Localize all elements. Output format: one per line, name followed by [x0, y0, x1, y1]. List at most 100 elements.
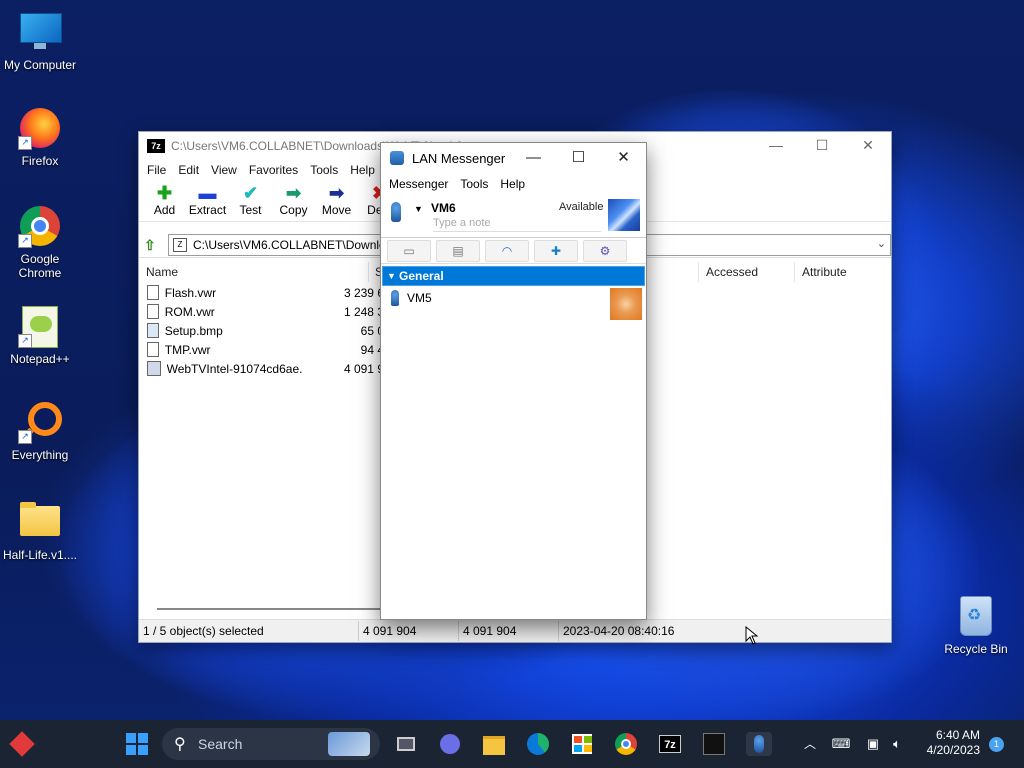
chat-icon[interactable] [438, 732, 462, 756]
notepad-plus-plus-icon: ↗ [18, 304, 62, 348]
note-input[interactable]: Type a note [433, 217, 601, 232]
start-button[interactable] [125, 732, 149, 756]
executable-file-icon [147, 361, 161, 376]
add-contact-icon[interactable]: ✚ [534, 240, 578, 262]
lan-titlebar[interactable]: LAN Messenger — ☐ ✕ [381, 143, 646, 173]
search-highlight-icon [328, 732, 370, 756]
volume-icon[interactable]: 🔈︎ [886, 720, 908, 768]
menu-tools[interactable]: Tools [304, 163, 344, 177]
file-transfer-icon[interactable]: ▤ [436, 240, 480, 262]
table-row[interactable]: ROM.vwr 1 248 3 [139, 302, 384, 321]
copy-button[interactable]: ➡ Copy [272, 181, 315, 221]
menu-help[interactable]: Help [344, 163, 381, 177]
menu-help[interactable]: Help [494, 177, 531, 191]
desktop-icon-my-computer[interactable]: My Computer [0, 10, 80, 72]
minimize-button[interactable]: — [511, 143, 556, 173]
desktop-icon-notepad-plus-plus[interactable]: ↗ Notepad++ [0, 304, 80, 366]
avatar[interactable] [608, 199, 640, 231]
table-row[interactable]: TMP.vwr 94 4 [139, 340, 384, 359]
desktop-icon-chrome[interactable]: ↗ Google Chrome [0, 204, 80, 280]
taskbar-search[interactable]: ⚲ Search [162, 728, 380, 760]
lan-messenger-taskbar-icon[interactable] [746, 732, 772, 756]
chrome-icon: ↗ [18, 204, 62, 248]
search-icon: ⚲ [174, 736, 186, 753]
desktop-icon-half-life[interactable]: Half-Life.v1.... [0, 500, 80, 562]
store-icon[interactable] [570, 732, 594, 756]
desktop-icon-label: Notepad++ [10, 352, 70, 366]
status-date: 2023-04-20 08:40:16 [563, 624, 675, 638]
chrome-icon[interactable] [614, 732, 638, 756]
user-panel: ▼ VM6 Available Type a note [381, 195, 646, 238]
table-row[interactable]: WebTVIntel-91074cd6ae... 4 091 9 [139, 359, 384, 378]
shortcut-arrow-icon: ↗ [18, 234, 32, 248]
maximize-button[interactable]: ☐ [799, 132, 845, 159]
7zip-taskbar-icon[interactable]: 7z [658, 732, 682, 756]
lan-window-title: LAN Messenger [412, 150, 506, 166]
menu-favorites[interactable]: Favorites [243, 163, 304, 177]
avatar [610, 288, 642, 320]
desktop-icon-label: Recycle Bin [944, 642, 1008, 656]
notification-badge[interactable]: 1 [989, 737, 1004, 752]
folder-icon [18, 500, 62, 544]
column-attributes[interactable]: Attribute [795, 262, 891, 282]
app-diamond-icon[interactable] [9, 731, 35, 757]
table-row[interactable]: Flash.vwr 3 239 6 [139, 283, 384, 302]
broadcast-icon[interactable]: ◠ [485, 240, 529, 262]
recycle-bin-icon [960, 596, 992, 636]
collapse-triangle-icon: ▼ [387, 271, 396, 281]
list-item[interactable]: VM5 [381, 286, 646, 322]
column-accessed[interactable]: Accessed [699, 262, 795, 282]
checkmark-icon: ✔ [242, 183, 259, 203]
task-view-icon[interactable] [394, 732, 418, 756]
file-explorer-icon[interactable] [482, 732, 506, 756]
status-icon[interactable] [391, 202, 401, 222]
menu-file[interactable]: File [141, 163, 172, 177]
menu-tools[interactable]: Tools [454, 177, 494, 191]
move-button[interactable]: ➡ Move [315, 181, 358, 221]
chevron-up-icon[interactable]: ︿ [800, 720, 820, 768]
desktop-icon-label: Firefox [21, 154, 59, 168]
monitor-icon [18, 10, 62, 54]
contact-status-icon [391, 290, 399, 306]
chevron-down-icon[interactable]: ⌄ [877, 237, 886, 250]
chevron-down-icon[interactable]: ▼ [414, 204, 423, 214]
add-button[interactable]: ✚ Add [143, 181, 186, 221]
column-name[interactable]: Name [139, 262, 369, 282]
desktop-icon-everything[interactable]: ↗ Everything [0, 400, 80, 462]
app-icon[interactable] [702, 732, 726, 756]
contact-name: VM5 [407, 291, 432, 305]
keyboard-icon[interactable]: ⌨ [830, 720, 852, 768]
file-icon [147, 304, 159, 319]
desktop-icon-recycle-bin[interactable]: Recycle Bin [940, 596, 1012, 656]
menu-edit[interactable]: Edit [172, 163, 205, 177]
status-size: 4 091 904 [359, 621, 459, 641]
minimize-button[interactable]: — [753, 132, 799, 159]
status-packed-size: 4 091 904 [459, 621, 559, 641]
shortcut-arrow-icon: ↗ [18, 136, 32, 150]
menu-messenger[interactable]: Messenger [383, 177, 454, 191]
close-button[interactable]: ✕ [845, 132, 891, 159]
chat-icon[interactable]: ▭ [387, 240, 431, 262]
table-row[interactable]: Setup.bmp 65 0 [139, 321, 384, 340]
desktop-icon-firefox[interactable]: ↗ Firefox [0, 106, 80, 168]
menu-view[interactable]: View [205, 163, 243, 177]
edge-icon[interactable] [526, 732, 550, 756]
7zip-app-icon: 7z [147, 138, 165, 153]
system-clock[interactable]: 6:40 AM 4/20/2023 [927, 728, 980, 758]
test-button[interactable]: ✔ Test [229, 181, 272, 221]
close-button[interactable]: ✕ [601, 143, 646, 173]
maximize-button[interactable]: ☐ [556, 143, 601, 173]
status-text[interactable]: Available [559, 201, 603, 213]
lan-messenger-window[interactable]: LAN Messenger — ☐ ✕ Messenger Tools Help… [380, 142, 647, 620]
group-header-general[interactable]: ▼ General [382, 266, 645, 286]
extract-button[interactable]: ▬ Extract [186, 181, 229, 221]
file-list: Flash.vwr 3 239 6 ROM.vwr 1 248 3 Setup.bm… [139, 283, 384, 378]
plus-icon: ✚ [156, 183, 173, 203]
horizontal-scrollbar[interactable] [157, 608, 392, 610]
7zip-statusbar: 1 / 5 object(s) selected 4 091 904 4 091… [139, 619, 891, 642]
folder-up-icon[interactable]: ⇧ [144, 237, 160, 253]
taskbar: ⚲ Search 7z ︿ ⌨ ▣ 🔈︎ 6:40 AM 4/20/2023 1 [0, 720, 1024, 768]
status-selection: 1 / 5 object(s) selected [139, 621, 359, 641]
settings-icon[interactable]: ⚙ [583, 240, 627, 262]
network-icon[interactable]: ▣ [862, 720, 884, 768]
